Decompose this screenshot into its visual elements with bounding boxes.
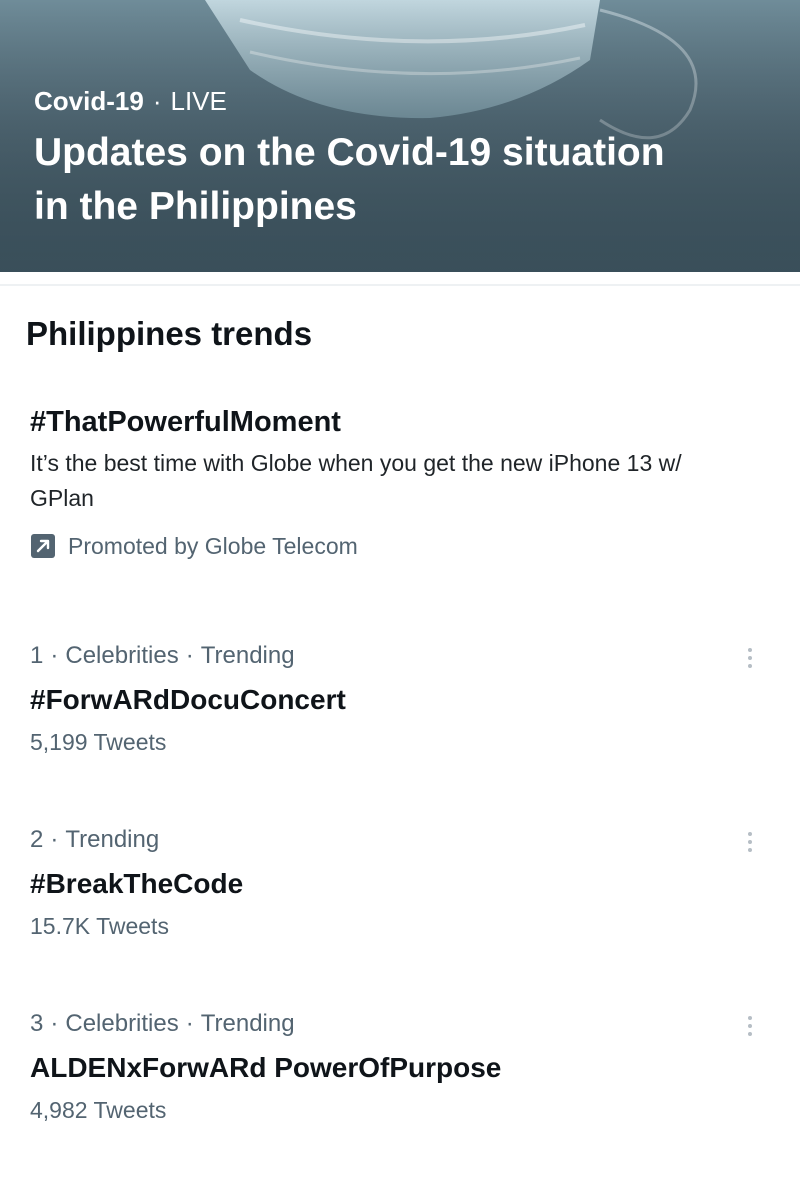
trend-rank: 3 [30, 1010, 44, 1037]
trend-item[interactable]: 3 Celebrities Trending ALDENxForwARd Pow… [30, 1008, 770, 1126]
promoted-by-row: Promoted by Globe Telecom [30, 530, 730, 562]
trend-category: Celebrities [43, 1008, 178, 1040]
section-divider [0, 272, 800, 286]
trend-category: Celebrities [43, 640, 178, 672]
trend-tweet-count: 15.7K Tweets [30, 913, 169, 939]
trend-status: Trending [43, 824, 159, 856]
trend-status: Trending [179, 640, 295, 672]
event-category: Covid-19 [34, 86, 144, 116]
trend-tweet-count: 4,982 Tweets [30, 1097, 167, 1123]
event-title[interactable]: Updates on the Covid-19 situation in the… [34, 126, 674, 234]
trend-meta: 2 Trending [30, 824, 770, 856]
event-hero-card[interactable]: Covid-19 · LIVE Updates on the Covid-19 … [0, 0, 800, 272]
more-options-icon[interactable] [740, 1008, 760, 1044]
trend-name[interactable]: #ForwARdDocuConcert [30, 680, 770, 720]
trend-meta: 1 Celebrities Trending [30, 640, 770, 672]
trend-status: Trending [179, 1008, 295, 1040]
section-title: Philippines trends [26, 315, 313, 352]
trend-item[interactable]: 2 Trending #BreakTheCode 15.7K Tweets [30, 824, 770, 942]
promoted-description: It’s the best time with Globe when you g… [30, 450, 682, 511]
live-badge: LIVE [170, 86, 227, 116]
trend-name[interactable]: ALDENxForwARd PowerOfPurpose [30, 1048, 770, 1088]
event-meta: Covid-19 · LIVE [34, 84, 760, 118]
trend-tweet-count: 5,199 Tweets [30, 729, 167, 755]
promoted-by-label: Promoted by Globe Telecom [68, 533, 358, 559]
separator-dot: · [152, 86, 162, 116]
trend-meta: 3 Celebrities Trending [30, 1008, 770, 1040]
promoted-hashtag[interactable]: #ThatPowerfulMoment [30, 402, 730, 442]
promoted-arrow-icon [31, 534, 55, 558]
trend-rank: 1 [30, 642, 44, 669]
trend-name[interactable]: #BreakTheCode [30, 864, 770, 904]
more-options-icon[interactable] [740, 640, 760, 676]
promoted-trend[interactable]: #ThatPowerfulMoment It’s the best time w… [30, 402, 730, 562]
trend-rank: 2 [30, 826, 44, 853]
more-options-icon[interactable] [740, 824, 760, 860]
trend-item[interactable]: 1 Celebrities Trending #ForwARdDocuConce… [30, 640, 770, 758]
